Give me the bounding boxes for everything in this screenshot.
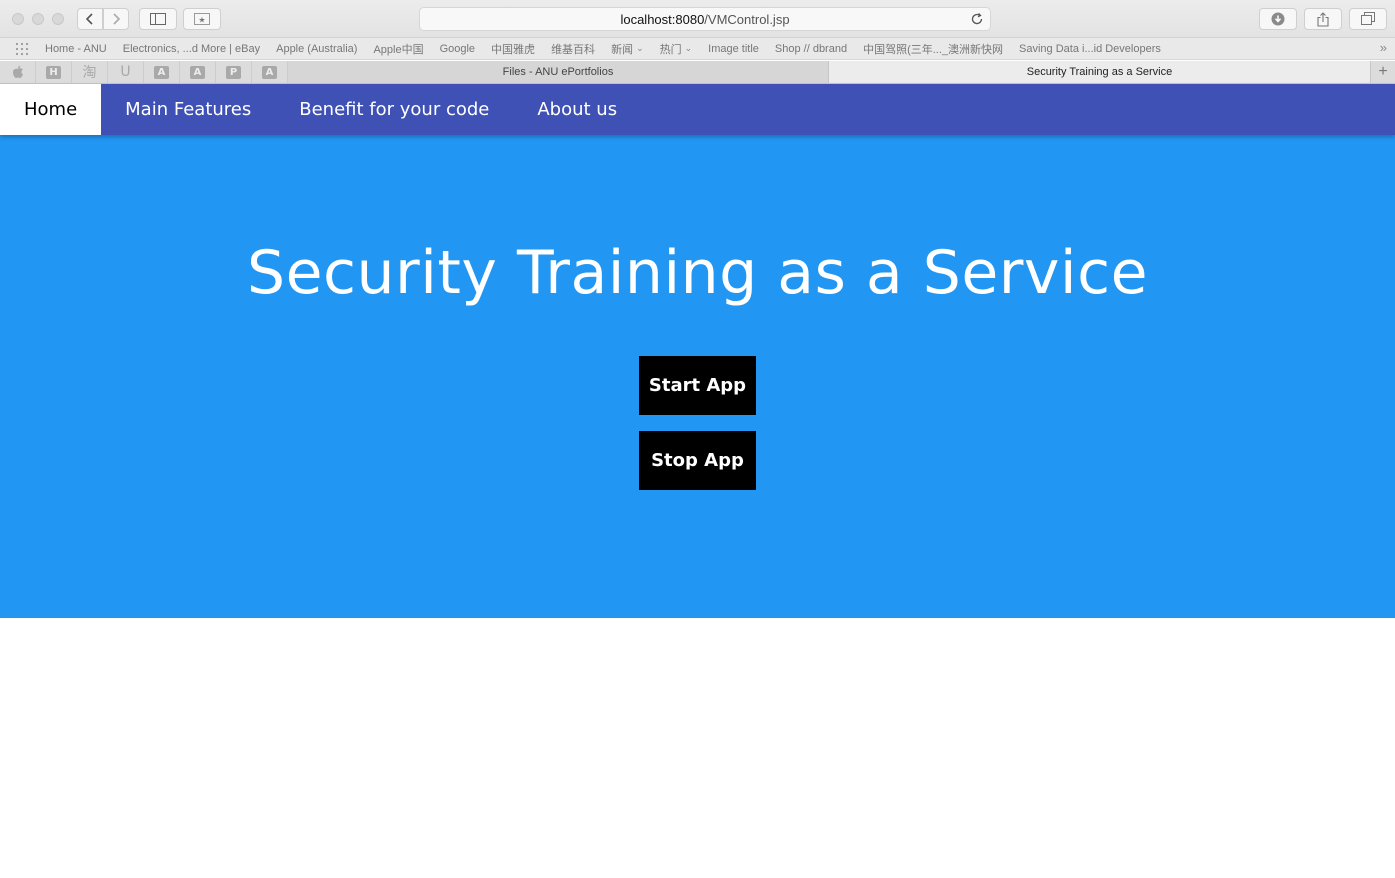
page-content-area [0,618,1395,878]
bookmark-folder-popular-label: 热门 [659,43,682,56]
bookmark-yahoo-china[interactable]: 中国雅虎 [491,41,535,57]
more-bookmarks-icon[interactable]: » [1380,40,1387,55]
chevron-right-icon [113,13,121,25]
pinned-tab-u[interactable]: U [108,61,144,83]
downloads-button[interactable] [1259,8,1297,30]
h-icon: H [46,65,61,79]
bookmark-folder-popular[interactable]: 热门 ⌄ [660,41,693,57]
zoom-window-button[interactable] [52,13,64,25]
pinned-tab-taobao[interactable]: 淘 [72,61,108,83]
bookmark-license-news[interactable]: 中国驾照(三年..._澳洲新快网 [863,41,1003,57]
nav-about-us[interactable]: About us [513,84,641,135]
nav-home[interactable]: Home [0,84,102,135]
start-app-button[interactable]: Start App [639,356,756,415]
tab-files-anu-eportfolios[interactable]: Files - ANU ePortfolios [288,61,829,83]
apple-icon [12,65,23,79]
bookmark-image-title[interactable]: Image title [708,43,759,55]
tab-title: Security Training as a Service [1026,66,1173,78]
url-host: localhost:8080 [620,11,705,27]
plus-icon: + [1378,63,1388,80]
bookmark-saving-data[interactable]: Saving Data i...id Developers [1019,43,1161,55]
download-icon [1271,12,1285,26]
a-icon: A [190,65,205,79]
bookmarks-button[interactable]: ★ [183,8,221,30]
bookmark-folder-news-label: 新闻 [611,43,634,56]
pinned-tab-a2[interactable]: A [180,61,216,83]
svg-text:★: ★ [198,16,205,25]
browser-toolbar: ★ localhost:8080/VMControl.jsp [0,0,1395,38]
star-icon: ★ [194,13,210,25]
tabs-icon [1361,12,1375,25]
chevron-down-icon: ⌄ [636,43,644,53]
pinned-tab-a1[interactable]: A [144,61,180,83]
p-icon: P [226,65,241,79]
close-window-button[interactable] [12,13,24,25]
address-bar[interactable]: localhost:8080/VMControl.jsp [419,7,991,31]
pinned-tab-h[interactable]: H [36,61,72,83]
bookmark-dbrand[interactable]: Shop // dbrand [775,43,847,55]
chevron-left-icon [85,13,93,25]
new-tab-button[interactable]: + [1371,61,1395,83]
hero-section: Security Training as a Service Start App… [0,135,1395,618]
bookmark-apple-china[interactable]: Apple中国 [373,41,423,57]
bookmark-home-anu[interactable]: Home - ANU [45,43,107,55]
pinned-tab-apple[interactable] [0,61,36,83]
tab-title: Files - ANU ePortfolios [502,66,614,78]
tab-bar: H 淘 U A A P A Files - ANU ePortfolios Se… [0,61,1395,84]
pinned-tab-a3[interactable]: A [252,61,288,83]
url-path: /VMControl.jsp [704,11,790,27]
u-icon: U [120,64,131,80]
bookmarks-bar: Home - ANU Electronics, ...d More | eBay… [0,38,1395,60]
stop-app-button[interactable]: Stop App [639,431,756,490]
bookmark-apple-australia[interactable]: Apple (Australia) [276,43,357,55]
sidebar-button[interactable] [139,8,177,30]
reload-icon[interactable] [970,12,984,26]
site-nav: Home Main Features Benefit for your code… [0,84,1395,135]
page-title: Security Training as a Service [247,238,1148,308]
nav-benefit-for-your-code[interactable]: Benefit for your code [275,84,513,135]
grid-icon[interactable] [15,42,29,56]
chevron-down-icon: ⌄ [684,43,693,53]
taobao-icon: 淘 [82,65,97,81]
minimize-window-button[interactable] [32,13,44,25]
back-button[interactable] [77,8,103,30]
a-icon: A [262,65,277,79]
tab-security-training[interactable]: Security Training as a Service [829,61,1371,83]
pinned-tab-p[interactable]: P [216,61,252,83]
bookmark-google[interactable]: Google [440,43,475,55]
tabs-overview-button[interactable] [1349,8,1387,30]
forward-button[interactable] [103,8,129,30]
bookmark-folder-news[interactable]: 新闻 ⌄ [611,41,644,57]
share-button[interactable] [1304,8,1342,30]
sidebar-icon [150,13,166,25]
bookmark-ebay[interactable]: Electronics, ...d More | eBay [123,43,260,55]
share-icon [1317,11,1329,27]
bookmark-wikipedia[interactable]: 维基百科 [551,41,595,57]
nav-main-features[interactable]: Main Features [101,84,275,135]
a-icon: A [154,65,169,79]
